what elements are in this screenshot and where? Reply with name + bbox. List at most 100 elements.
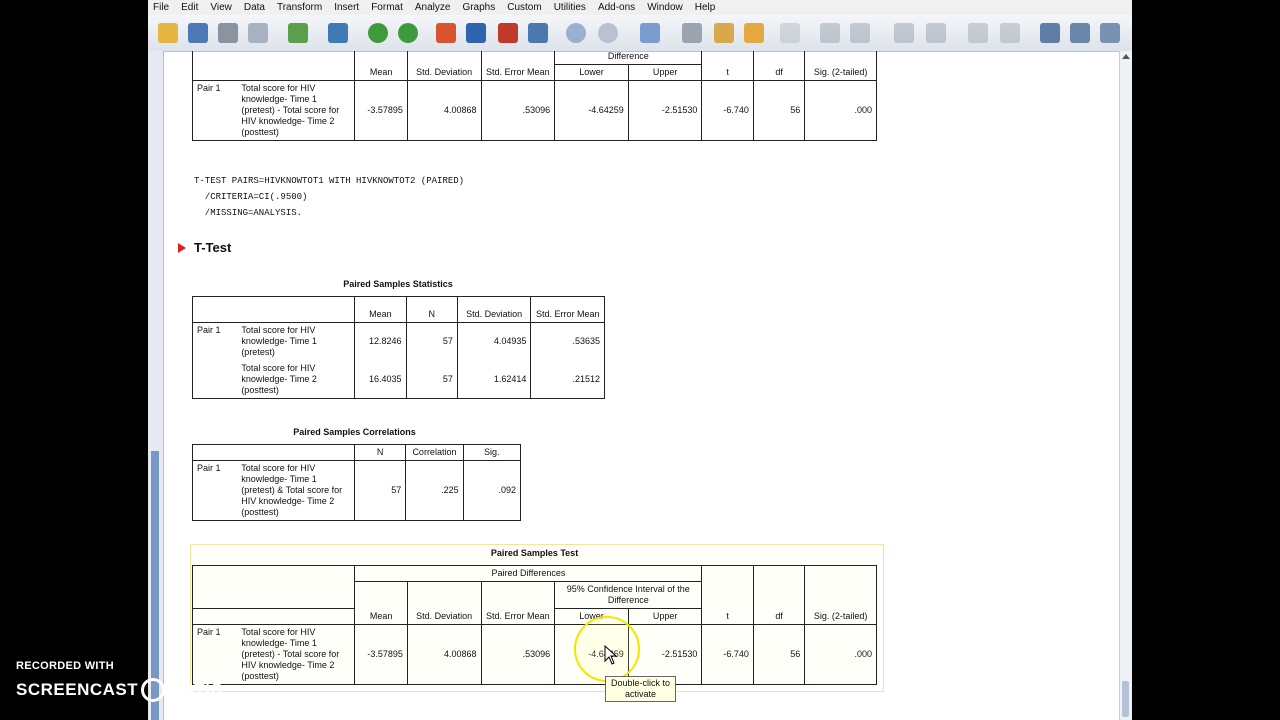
cell-n: 57 xyxy=(353,460,407,521)
goto-case-icon[interactable] xyxy=(436,23,456,43)
col-std-error: Std. Error Mean xyxy=(480,581,556,625)
mouse-pointer-icon xyxy=(604,645,618,665)
insert-output-icon[interactable] xyxy=(498,23,518,43)
export-icon[interactable] xyxy=(288,23,308,43)
select-cases-icon[interactable] xyxy=(640,23,660,43)
menu-format[interactable]: Format xyxy=(365,0,409,15)
row-pair: Pair 1 xyxy=(192,460,238,521)
menu-add-ons[interactable]: Add-ons xyxy=(592,0,641,15)
cell-n: 57 xyxy=(405,360,458,399)
save-icon[interactable] xyxy=(188,23,208,43)
spss-output-viewer: File Edit View Data Transform Insert For… xyxy=(148,0,1132,720)
menu-view[interactable]: View xyxy=(204,0,238,15)
scroll-up-icon[interactable] xyxy=(1122,54,1130,59)
cell-std-deviation: 4.00868 xyxy=(406,624,482,685)
menu-graphs[interactable]: Graphs xyxy=(456,0,501,15)
cell-sig: .000 xyxy=(804,624,877,685)
recall-dialog-icon[interactable] xyxy=(328,23,348,43)
screencast-watermark: RECORDED WITH SCREENCAST MATIC xyxy=(16,660,223,702)
cell-t: -6.740 xyxy=(701,624,754,685)
col-n: N xyxy=(405,296,458,323)
menu-analyze[interactable]: Analyze xyxy=(409,0,457,15)
show-all-icon[interactable] xyxy=(598,23,618,43)
value-labels-icon[interactable] xyxy=(714,23,734,43)
cell-std-deviation: 1.62414 xyxy=(456,360,532,399)
corr-table-title: Paired Samples Correlations xyxy=(293,427,416,437)
cell-std-error: .53096 xyxy=(480,80,556,141)
cell-correlation: .225 xyxy=(405,460,464,521)
row-label: Total score for HIV knowledge- Time 1 (p… xyxy=(237,624,356,685)
menu-utilities[interactable]: Utilities xyxy=(548,0,592,15)
menu-help[interactable]: Help xyxy=(689,0,722,15)
toolbar xyxy=(148,15,1132,52)
insert-output-item-icon[interactable] xyxy=(1100,23,1120,43)
cell-n: 57 xyxy=(405,322,458,361)
cell-sig: .000 xyxy=(804,80,877,141)
row-label: Total score for HIV knowledge- Time 1 (p… xyxy=(237,460,355,521)
menu-insert[interactable]: Insert xyxy=(328,0,365,15)
col-std-deviation: Std. Deviation xyxy=(406,581,482,625)
menu-data[interactable]: Data xyxy=(238,0,271,15)
redo-icon[interactable] xyxy=(398,23,418,43)
back-icon[interactable] xyxy=(820,23,840,43)
row-label: Total score for HIV knowledge- Time 1 (p… xyxy=(237,80,356,141)
col-ci: 95% Confidence Interval of the Differenc… xyxy=(554,581,703,609)
menu-custom[interactable]: Custom xyxy=(501,0,547,15)
cell-mean: 12.8246 xyxy=(354,322,407,361)
col-std-error: Std. Error Mean xyxy=(480,51,556,81)
double-click-tooltip: Double-click to activate xyxy=(605,676,676,702)
menu-edit[interactable]: Edit xyxy=(175,0,204,15)
chart-builder-icon[interactable] xyxy=(744,23,764,43)
output-content: Mean Std. Deviation Std. Error Mean 95% … xyxy=(164,51,1119,720)
weight-cases-icon[interactable] xyxy=(682,23,702,43)
syntax-log[interactable]: T-TEST PAIRS=HIVKNOWTOT1 WITH HIVKNOWTOT… xyxy=(194,173,464,221)
insert-text-icon[interactable] xyxy=(1070,23,1090,43)
cell-df: 56 xyxy=(752,80,806,141)
menu-file[interactable]: File xyxy=(148,0,175,15)
col-ci: 95% Confidence Interval of the Differenc… xyxy=(554,51,703,65)
menu-bar: File Edit View Data Transform Insert For… xyxy=(148,0,1132,15)
insert-heading-icon[interactable] xyxy=(1000,23,1020,43)
collapse-icon[interactable] xyxy=(926,23,946,43)
col-std-error: Std. Error Mean xyxy=(530,296,605,323)
col-correlation: Correlation xyxy=(405,444,464,461)
print-icon[interactable] xyxy=(218,23,238,43)
col-std-deviation: Std. Deviation xyxy=(456,296,532,323)
undo-icon[interactable] xyxy=(368,23,388,43)
paired-samples-statistics-table[interactable]: Mean N Std. Deviation Std. Error Mean Pa… xyxy=(192,296,605,399)
col-sig: Sig. xyxy=(462,444,522,461)
scrollbar-thumb[interactable] xyxy=(1122,681,1129,717)
use-sets-icon[interactable] xyxy=(566,23,586,43)
vertical-scrollbar[interactable] xyxy=(1119,51,1132,720)
row-label: Total score for HIV knowledge- Time 2 (p… xyxy=(237,360,356,399)
section-heading[interactable]: T-Test xyxy=(194,240,231,255)
cell-mean: -3.57895 xyxy=(354,624,408,685)
open-icon[interactable] xyxy=(158,23,178,43)
paired-samples-test-table[interactable]: Paired Differences t df Sig. (2-tailed) … xyxy=(192,565,877,685)
expand-icon[interactable] xyxy=(894,23,914,43)
watermark-line1: RECORDED WITH xyxy=(16,660,115,672)
col-t: t xyxy=(701,51,754,81)
col-std-deviation: Std. Deviation xyxy=(406,51,482,81)
show-icon[interactable] xyxy=(780,23,800,43)
insert-title-icon[interactable] xyxy=(1040,23,1060,43)
variables-icon[interactable] xyxy=(528,23,548,43)
col-upper: Upper xyxy=(627,64,703,81)
print-preview-icon[interactable] xyxy=(248,23,268,43)
cell-std-deviation: 4.04935 xyxy=(456,322,532,361)
current-item-arrow-icon xyxy=(178,243,186,253)
paired-samples-correlations-table[interactable]: N Correlation Sig. Pair 1 Total score fo… xyxy=(192,444,522,521)
row-pair: Pair 1 xyxy=(192,80,238,141)
menu-transform[interactable]: Transform xyxy=(271,0,328,15)
outline-pane-edge[interactable] xyxy=(148,51,164,720)
cell-lower: -4.64259 xyxy=(554,80,629,141)
goto-variable-icon[interactable] xyxy=(466,23,486,43)
test-table-title: Paired Samples Test xyxy=(490,548,579,558)
col-mean: Mean xyxy=(354,51,408,81)
menu-window[interactable]: Window xyxy=(641,0,689,15)
col-n: N xyxy=(353,444,407,461)
forward-icon[interactable] xyxy=(850,23,870,43)
paired-samples-test-table-previous[interactable]: Mean Std. Deviation Std. Error Mean 95% … xyxy=(192,51,877,141)
stats-table-title: Paired Samples Statistics xyxy=(343,279,453,289)
hide-icon[interactable] xyxy=(968,23,988,43)
